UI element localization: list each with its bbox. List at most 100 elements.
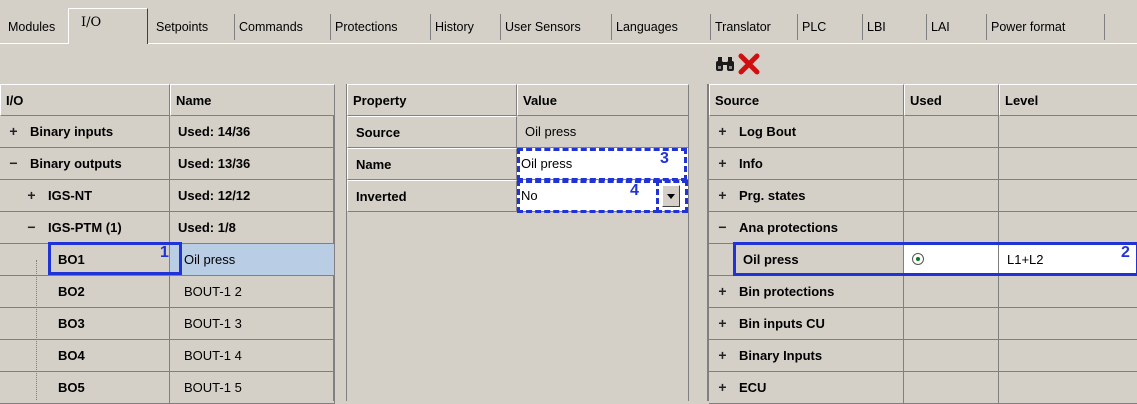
- tab-user-sensors[interactable]: User Sensors: [500, 14, 581, 40]
- used-cell: [904, 308, 999, 340]
- tree-row-bo5[interactable]: BO5: [0, 372, 170, 404]
- tree-row-bo4[interactable]: BO4: [0, 340, 170, 372]
- tab-end-separator: [1104, 14, 1106, 40]
- source-row-log-bout[interactable]: + Log Bout: [709, 116, 904, 148]
- callout-number-1: 1: [160, 244, 169, 261]
- tab-languages[interactable]: Languages: [611, 14, 678, 40]
- source-row-prg-states[interactable]: + Prg. states: [709, 180, 904, 212]
- tab-translator[interactable]: Translator: [710, 14, 771, 40]
- expand-icon[interactable]: +: [8, 124, 19, 138]
- expand-icon[interactable]: +: [717, 316, 728, 330]
- callout-box-4-button: [656, 180, 688, 213]
- tree-label: Binary inputs: [30, 124, 114, 139]
- header-io[interactable]: I/O: [0, 84, 170, 116]
- used-cell: [904, 276, 999, 308]
- source-row-bin-protections[interactable]: + Bin protections: [709, 276, 904, 308]
- header-source[interactable]: Source: [709, 84, 904, 116]
- level-cell: [999, 116, 1137, 148]
- source-label: Binary Inputs: [739, 348, 823, 363]
- expand-icon[interactable]: +: [717, 380, 728, 394]
- io-tree-panel: I/O Name + Binary inputs Used: 14/36 − B…: [0, 84, 335, 404]
- tab-setpoints[interactable]: Setpoints: [152, 14, 208, 40]
- used-cell: [904, 148, 999, 180]
- header-property[interactable]: Property: [347, 84, 517, 116]
- tree-name-selected[interactable]: Oil press: [170, 244, 335, 276]
- value-source: Oil press: [517, 116, 689, 148]
- tab-bar: Modules I/O Setpoints Commands Protectio…: [0, 0, 1137, 44]
- header-value[interactable]: Value: [517, 84, 689, 116]
- tree-row-binary-inputs[interactable]: + Binary inputs: [0, 116, 170, 148]
- tree-name: BOUT-1 2: [170, 276, 335, 308]
- tree-label: IGS-NT: [48, 188, 93, 203]
- tree-name: Used: 14/36: [170, 116, 335, 148]
- source-label: Bin inputs CU: [739, 316, 825, 331]
- source-row-binary-inputs[interactable]: + Binary Inputs: [709, 340, 904, 372]
- property-panel: Property Value Source Oil press Name Oil…: [346, 84, 689, 401]
- tree-label: Binary outputs: [30, 156, 122, 171]
- source-row-bin-inputs-cu[interactable]: + Bin inputs CU: [709, 308, 904, 340]
- level-cell: [999, 148, 1137, 180]
- header-level[interactable]: Level: [999, 84, 1137, 116]
- header-used[interactable]: Used: [904, 84, 999, 116]
- used-cell: [904, 180, 999, 212]
- binoculars-icon[interactable]: [715, 56, 735, 72]
- level-cell: [999, 340, 1137, 372]
- tab-modules[interactable]: Modules: [4, 14, 55, 40]
- tree-name: Used: 1/8: [170, 212, 335, 244]
- level-cell: [999, 372, 1137, 404]
- source-row-info[interactable]: + Info: [709, 148, 904, 180]
- delete-icon[interactable]: [738, 53, 760, 75]
- level-cell: [999, 180, 1137, 212]
- callout-number-2: 2: [1121, 244, 1130, 261]
- used-cell: [904, 372, 999, 404]
- tree-name: BOUT-1 3: [170, 308, 335, 340]
- tree-name: BOUT-1 5: [170, 372, 335, 404]
- toolbar: [0, 44, 1137, 84]
- source-label: Log Bout: [739, 124, 797, 139]
- collapse-icon[interactable]: −: [8, 156, 19, 170]
- source-label: ECU: [739, 380, 767, 395]
- level-cell: [999, 308, 1137, 340]
- level-cell: [999, 212, 1137, 244]
- source-label: Bin protections: [739, 284, 835, 299]
- expand-icon[interactable]: +: [717, 284, 728, 298]
- tree-row-bo2[interactable]: BO2: [0, 276, 170, 308]
- source-row-ana-protections[interactable]: − Ana protections: [709, 212, 904, 244]
- collapse-icon[interactable]: −: [26, 220, 37, 234]
- tree-name: Used: 13/36: [170, 148, 335, 180]
- tab-history[interactable]: History: [430, 14, 474, 40]
- callout-number-4: 4: [630, 182, 639, 199]
- tab-lbi[interactable]: LBI: [862, 14, 886, 40]
- expand-icon[interactable]: +: [26, 188, 37, 202]
- tab-lai[interactable]: LAI: [926, 14, 950, 40]
- callout-number-3: 3: [660, 150, 669, 167]
- expand-icon[interactable]: +: [717, 188, 728, 202]
- tree-row-igs-nt[interactable]: + IGS-NT: [0, 180, 170, 212]
- expand-icon[interactable]: +: [717, 156, 728, 170]
- tree-connector: [36, 260, 37, 400]
- tab-commands[interactable]: Commands: [234, 14, 303, 40]
- tab-plc[interactable]: PLC: [797, 14, 826, 40]
- callout-box-2: [733, 242, 1137, 276]
- source-row-ecu[interactable]: + ECU: [709, 372, 904, 404]
- tree-row-bo3[interactable]: BO3: [0, 308, 170, 340]
- tree-row-igs-ptm[interactable]: − IGS-PTM (1): [0, 212, 170, 244]
- header-name[interactable]: Name: [170, 84, 335, 116]
- tree-name: BOUT-1 4: [170, 340, 335, 372]
- tree-row-binary-outputs[interactable]: − Binary outputs: [0, 148, 170, 180]
- source-label: Prg. states: [739, 188, 806, 203]
- collapse-icon[interactable]: −: [717, 220, 728, 234]
- source-label: Ana protections: [739, 220, 838, 235]
- property-name: Name: [347, 148, 517, 180]
- source-label: Info: [739, 156, 763, 171]
- tab-io[interactable]: I/O: [68, 8, 148, 44]
- expand-icon[interactable]: +: [717, 124, 728, 138]
- property-inverted: Inverted: [347, 180, 517, 212]
- tab-protections[interactable]: Protections: [330, 14, 398, 40]
- source-panel: Source Used Level + Log Bout + Info + Pr…: [707, 84, 1137, 404]
- expand-icon[interactable]: +: [717, 348, 728, 362]
- tree-label: IGS-PTM (1): [48, 220, 122, 235]
- level-cell: [999, 276, 1137, 308]
- used-cell: [904, 116, 999, 148]
- tab-power-format[interactable]: Power format: [986, 14, 1065, 40]
